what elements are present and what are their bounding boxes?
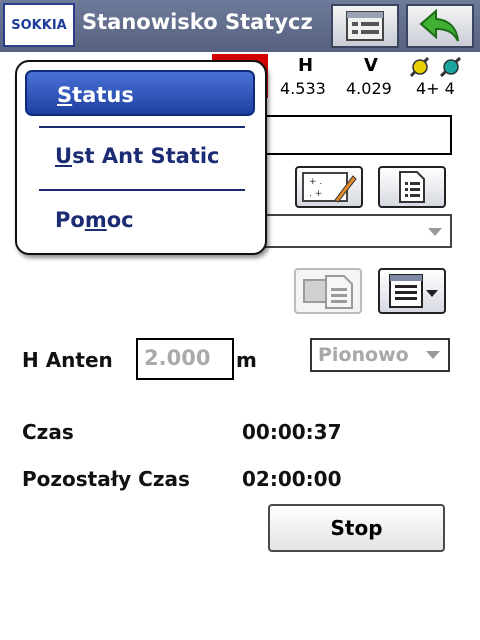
list-window-icon xyxy=(346,11,384,41)
satellite-count: 4+ 4 xyxy=(416,79,455,98)
view-list-button[interactable] xyxy=(331,4,399,48)
menu-separator xyxy=(39,126,245,128)
sokkia-logo: SOKKIA xyxy=(3,3,75,47)
back-arrow-icon xyxy=(419,9,459,42)
satellite-icon xyxy=(409,56,430,78)
edit-points-icon: + . . + xyxy=(302,172,357,203)
menu-item-status[interactable]: Status xyxy=(25,70,255,116)
remaining-time-value: 02:00:00 xyxy=(242,467,342,491)
antenna-unit: m xyxy=(236,348,257,372)
time-value: 00:00:37 xyxy=(242,420,342,444)
svg-text:. +: . + xyxy=(309,189,322,199)
menu-help-accel: m xyxy=(84,208,107,232)
svg-text:+ .: + . xyxy=(309,177,322,187)
remaining-time-label: Pozostały Czas xyxy=(22,467,190,491)
menu-separator xyxy=(39,189,245,191)
import-button[interactable] xyxy=(294,268,362,314)
satellite-icons xyxy=(409,56,462,78)
point-name-field[interactable] xyxy=(262,115,452,155)
table-document-icon xyxy=(303,275,353,309)
h-value: 4.533 xyxy=(280,79,326,98)
v-value: 4.029 xyxy=(346,79,392,98)
antenna-height-label: H Anten xyxy=(22,348,113,372)
options-dropdown-button[interactable] xyxy=(378,268,446,314)
menu-status-rest: tatus xyxy=(72,83,134,107)
stop-button[interactable]: Stop xyxy=(268,504,445,552)
document-dropdown-icon xyxy=(389,274,438,308)
edit-points-button[interactable]: + . . + xyxy=(295,166,363,208)
point-list-button[interactable] xyxy=(378,166,446,208)
document-list-icon xyxy=(399,171,425,203)
menu-antenna-accel: U xyxy=(55,144,73,168)
measure-mode-select[interactable]: Pionowo xyxy=(310,338,450,372)
window-title: Stanowisko Statycz xyxy=(82,10,313,34)
chevron-down-icon xyxy=(426,351,440,359)
chevron-down-icon xyxy=(428,228,442,236)
menu-help-pre: Po xyxy=(55,208,85,232)
instrument-select[interactable] xyxy=(262,214,452,248)
menu-help-post: oc xyxy=(106,208,134,232)
menu-antenna-rest: st Ant Static xyxy=(72,144,220,168)
satellite-icon xyxy=(439,56,462,78)
menu-status-accel: S xyxy=(57,83,73,107)
popup-menu: Status Ust Ant Static Pomoc xyxy=(15,60,267,255)
h-label: H xyxy=(298,55,314,76)
v-label: V xyxy=(364,55,378,76)
title-bar: SOKKIA Stanowisko Statycz xyxy=(0,0,480,52)
menu-item-help[interactable]: Pomoc xyxy=(55,208,134,232)
menu-item-antenna-settings[interactable]: Ust Ant Static xyxy=(55,144,219,168)
antenna-height-input[interactable]: 2.000 xyxy=(136,338,234,380)
back-button[interactable] xyxy=(406,4,474,48)
measure-mode-value: Pionowo xyxy=(318,344,409,366)
time-label: Czas xyxy=(22,420,74,444)
